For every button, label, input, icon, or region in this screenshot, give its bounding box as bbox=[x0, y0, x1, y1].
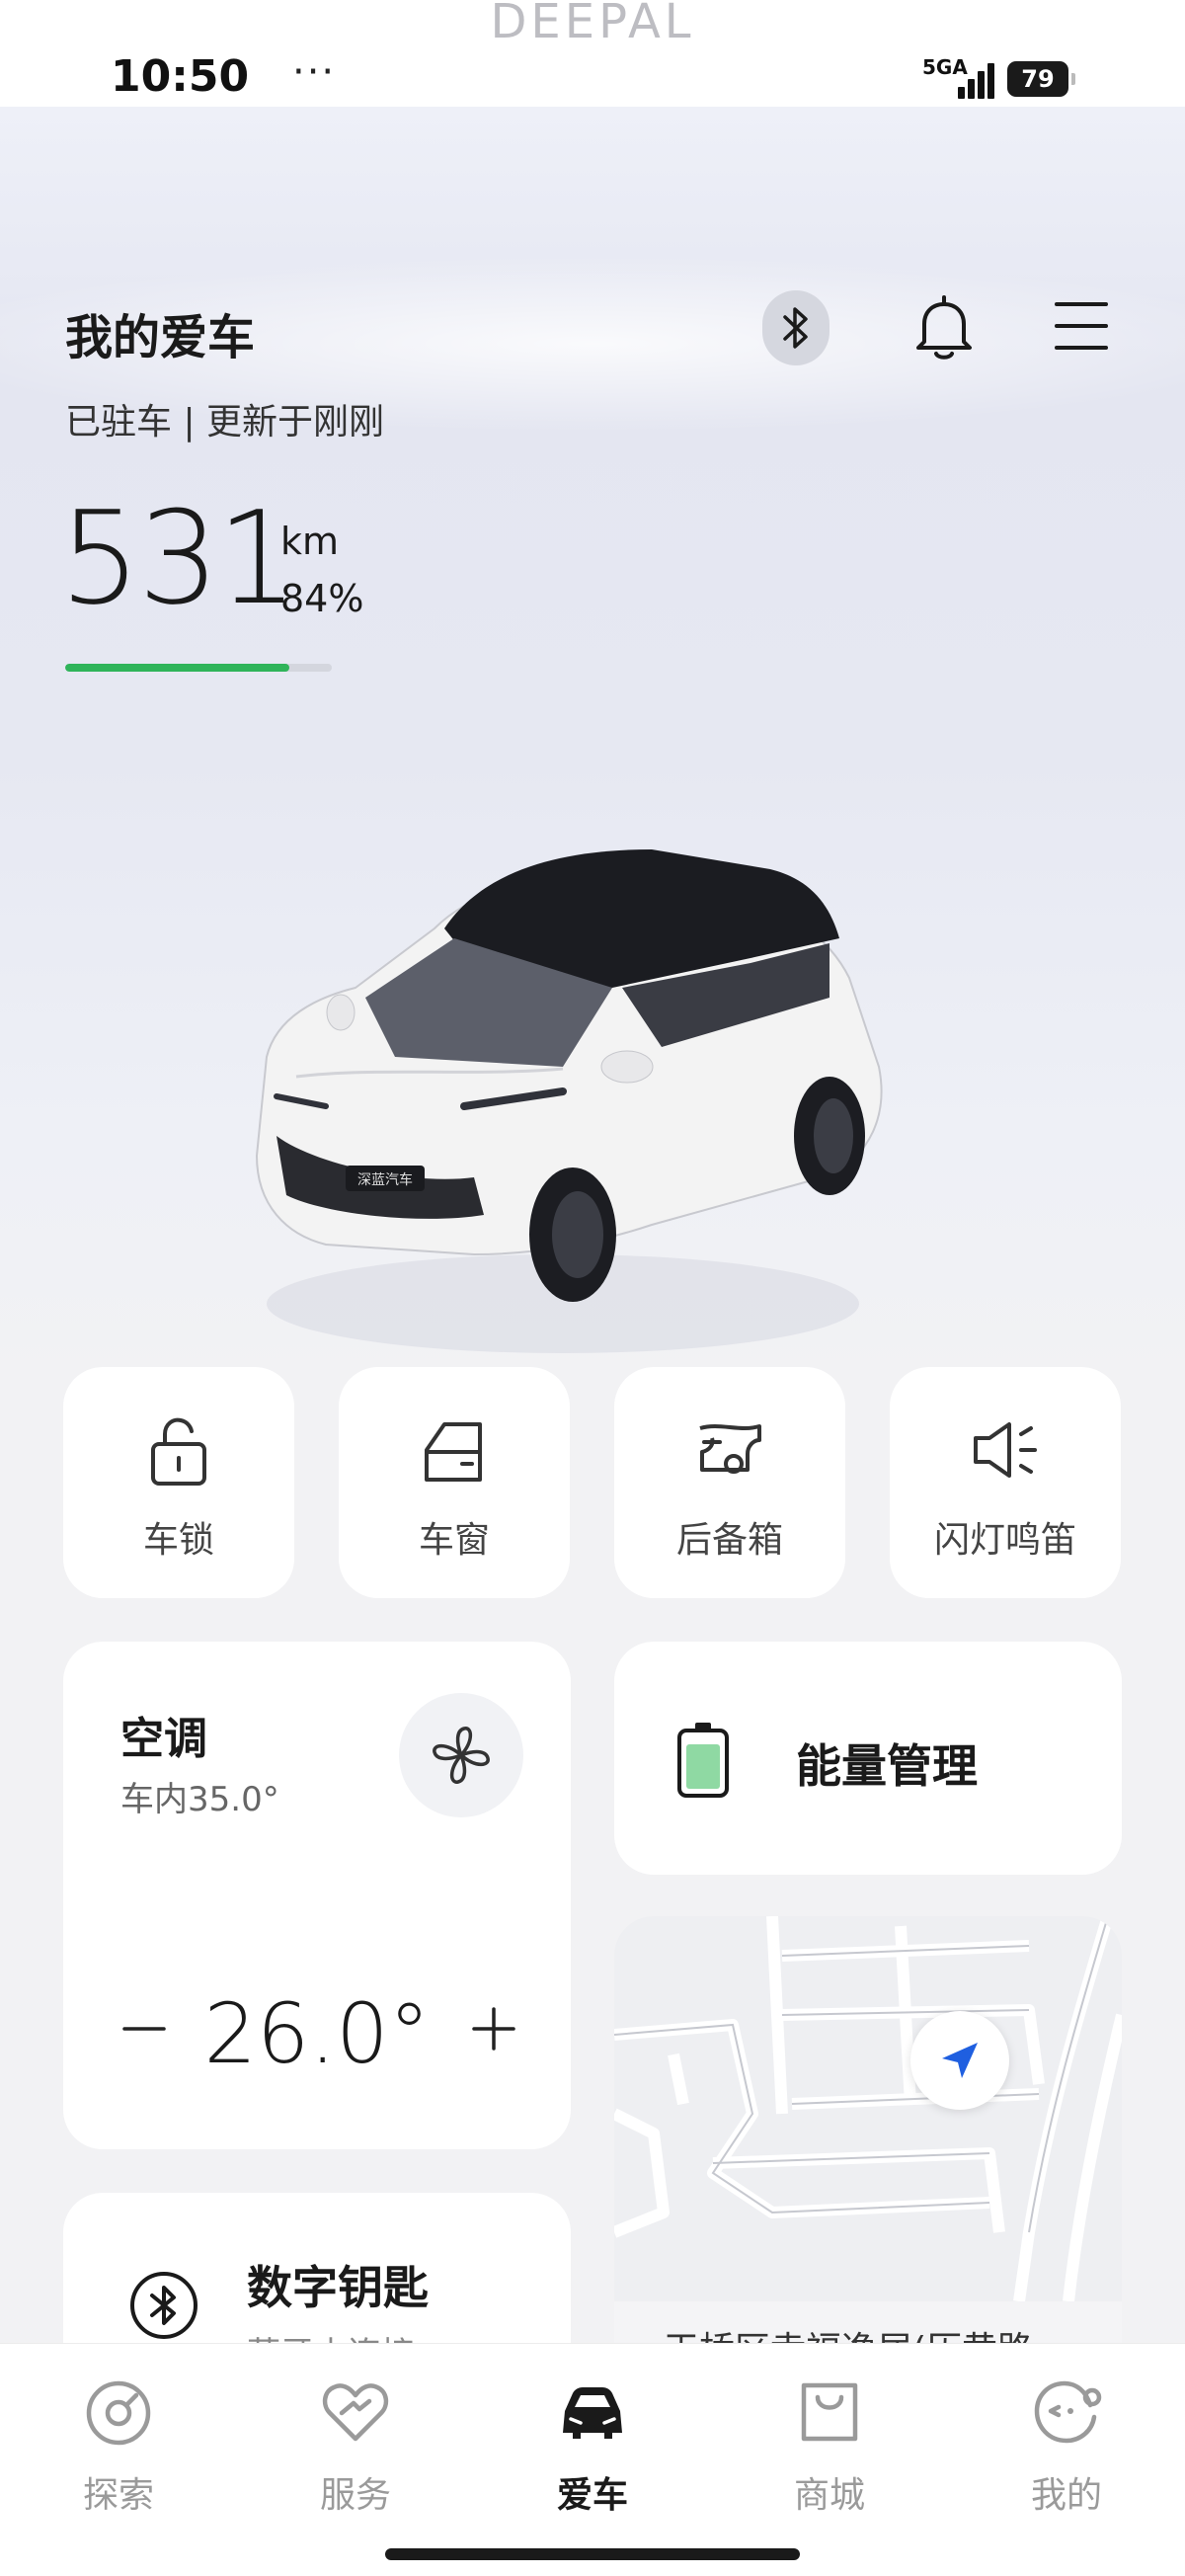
brand-logo: DEEPAL bbox=[490, 0, 695, 49]
plus-icon bbox=[472, 2007, 515, 2051]
tab-profile[interactable]: 我的 bbox=[988, 2377, 1146, 2518]
tab-profile-label: 我的 bbox=[1030, 2475, 1102, 2516]
energy-card[interactable]: 能量管理 bbox=[614, 1642, 1122, 1875]
bottom-tab-bar: 探索 服务 爱车 商城 我的 bbox=[0, 2343, 1185, 2576]
tab-my-car[interactable]: 爱车 bbox=[514, 2377, 672, 2518]
profile-icon bbox=[1034, 2380, 1102, 2444]
climate-title: 空调 bbox=[120, 1714, 207, 1764]
battery-icon bbox=[677, 1723, 729, 1798]
fan-icon bbox=[433, 1727, 490, 1784]
status-time: 10:50 bbox=[111, 51, 250, 102]
bluetooth-icon bbox=[783, 307, 808, 349]
tab-shop[interactable]: 商城 bbox=[750, 2377, 908, 2518]
window-tile[interactable]: 车窗 bbox=[339, 1367, 570, 1598]
vehicle-status: 已驻车 | 更新于刚刚 bbox=[65, 402, 385, 443]
tab-explore-label: 探索 bbox=[82, 2475, 154, 2516]
navigation-arrow-icon bbox=[942, 2043, 978, 2078]
energy-management-label: 能量管理 bbox=[796, 1739, 978, 1793]
ac-toggle-button[interactable] bbox=[399, 1693, 523, 1817]
explore-icon bbox=[86, 2380, 151, 2446]
interior-temperature: 车内35.0° bbox=[120, 1780, 279, 1819]
notification-button[interactable] bbox=[910, 292, 978, 363]
bell-icon bbox=[916, 295, 972, 360]
home-indicator[interactable] bbox=[385, 2548, 800, 2560]
menu-icon bbox=[1055, 302, 1108, 350]
page-title: 我的爱车 bbox=[65, 310, 256, 365]
tab-service[interactable]: 服务 bbox=[276, 2377, 434, 2518]
lock-icon bbox=[151, 1417, 206, 1486]
map-view bbox=[614, 1916, 1122, 2301]
temperature-increase-button[interactable] bbox=[464, 1999, 523, 2058]
battery-progress-fill bbox=[65, 664, 289, 672]
locate-vehicle-button[interactable] bbox=[910, 2011, 1009, 2110]
horn-tile[interactable]: 闪灯鸣笛 bbox=[890, 1367, 1121, 1598]
horn-label: 闪灯鸣笛 bbox=[933, 1520, 1076, 1561]
tab-my-car-label: 爱车 bbox=[556, 2475, 628, 2516]
status-more-dots: ··· bbox=[292, 49, 337, 95]
vehicle-image[interactable]: 深蓝汽车 bbox=[237, 810, 928, 1363]
horn-icon bbox=[974, 1422, 1037, 1478]
tab-shop-label: 商城 bbox=[793, 2475, 865, 2516]
bluetooth-key-icon bbox=[130, 2272, 198, 2339]
battery-indicator: 79 bbox=[1007, 61, 1075, 97]
vehicle-hero: 我的爱车 已驻车 | 更新于刚刚 531 km 84% 深蓝汽车 bbox=[0, 107, 1185, 1391]
battery-percent: 84% bbox=[280, 577, 364, 620]
range-value: 531 bbox=[59, 483, 298, 633]
range-unit: km bbox=[280, 520, 340, 563]
window-label: 车窗 bbox=[418, 1520, 490, 1561]
menu-button[interactable] bbox=[1053, 294, 1110, 358]
lock-tile[interactable]: 车锁 bbox=[63, 1367, 294, 1598]
window-icon bbox=[425, 1422, 482, 1482]
vehicle-location-map[interactable]: 天桥区幸福逸居(历黄路 bbox=[614, 1916, 1122, 2390]
svg-text:深蓝汽车: 深蓝汽车 bbox=[357, 1171, 413, 1188]
signal-icon bbox=[958, 59, 995, 99]
tab-service-label: 服务 bbox=[319, 2475, 391, 2516]
lock-label: 车锁 bbox=[142, 1520, 214, 1561]
climate-card[interactable]: 空调 车内35.0° 26.0° bbox=[63, 1642, 571, 2149]
trunk-icon bbox=[699, 1424, 761, 1474]
car-icon bbox=[563, 2387, 622, 2439]
bluetooth-button[interactable] bbox=[762, 290, 830, 365]
battery-progress-bar bbox=[65, 664, 332, 672]
trunk-tile[interactable]: 后备箱 bbox=[614, 1367, 845, 1598]
tab-explore[interactable]: 探索 bbox=[40, 2377, 198, 2518]
trunk-label: 后备箱 bbox=[675, 1520, 783, 1561]
shop-icon bbox=[801, 2382, 858, 2442]
digital-key-title: 数字钥匙 bbox=[247, 2261, 429, 2314]
status-bar: DEEPAL 10:50 ··· 5GA 79 bbox=[0, 0, 1185, 107]
service-icon bbox=[322, 2383, 389, 2442]
